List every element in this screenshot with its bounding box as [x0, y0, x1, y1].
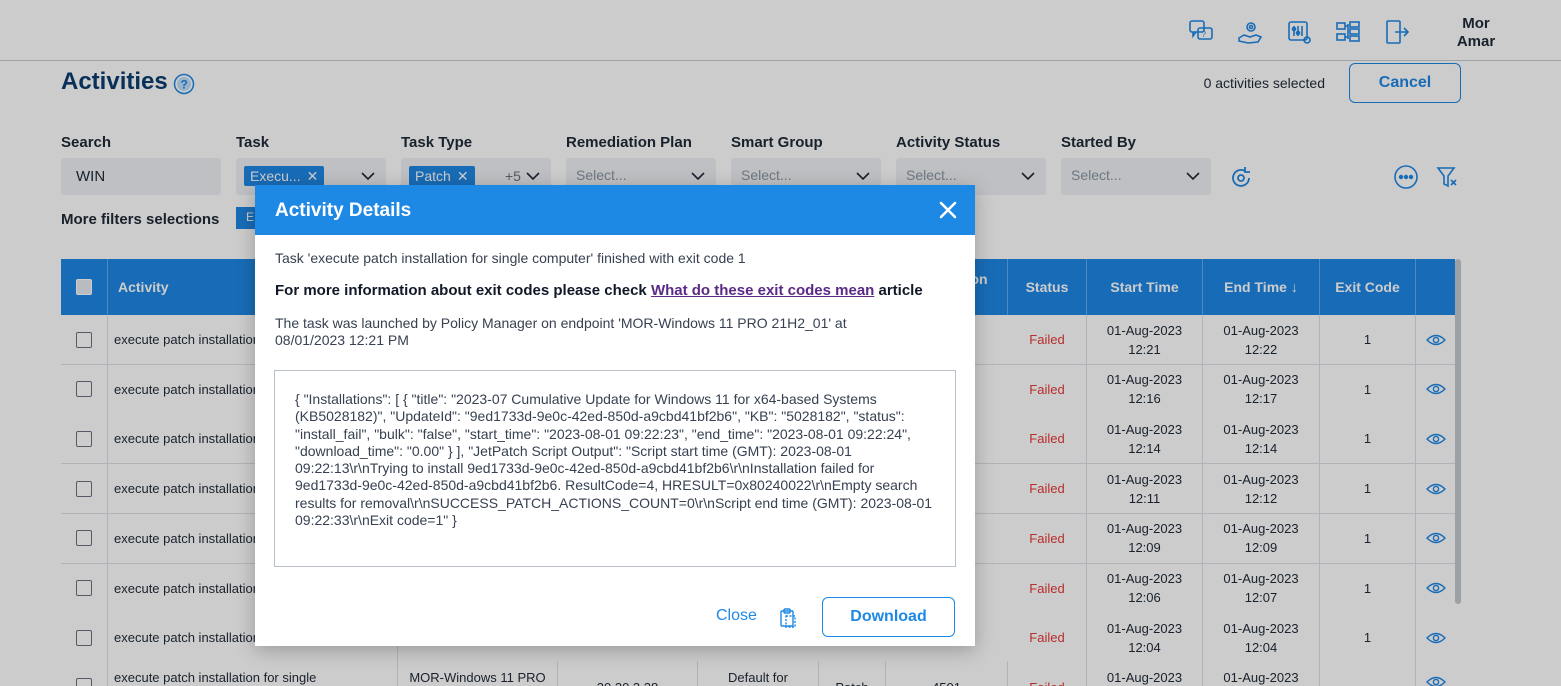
info-prefix: For more information about exit codes pl…: [275, 282, 651, 299]
exit-code-info: For more information about exit codes pl…: [275, 282, 923, 299]
launch-info: The task was launched by Policy Manager …: [275, 315, 847, 348]
exit-code-message: Task 'execute patch installation for sin…: [275, 250, 746, 266]
exit-codes-link[interactable]: What do these exit codes mean: [651, 282, 874, 299]
activity-details-dialog: Activity Details Task 'execute patch ins…: [255, 185, 975, 646]
info-suffix: article: [874, 282, 923, 299]
close-button[interactable]: Close: [716, 607, 757, 625]
dialog-header: Activity Details: [255, 185, 975, 235]
close-icon[interactable]: [937, 199, 959, 221]
dialog-title: Activity Details: [275, 200, 412, 221]
copy-icon[interactable]: [778, 607, 798, 629]
script-output[interactable]: { "Installations": [ { "title": "2023-07…: [274, 370, 956, 567]
download-button[interactable]: Download: [822, 597, 955, 637]
